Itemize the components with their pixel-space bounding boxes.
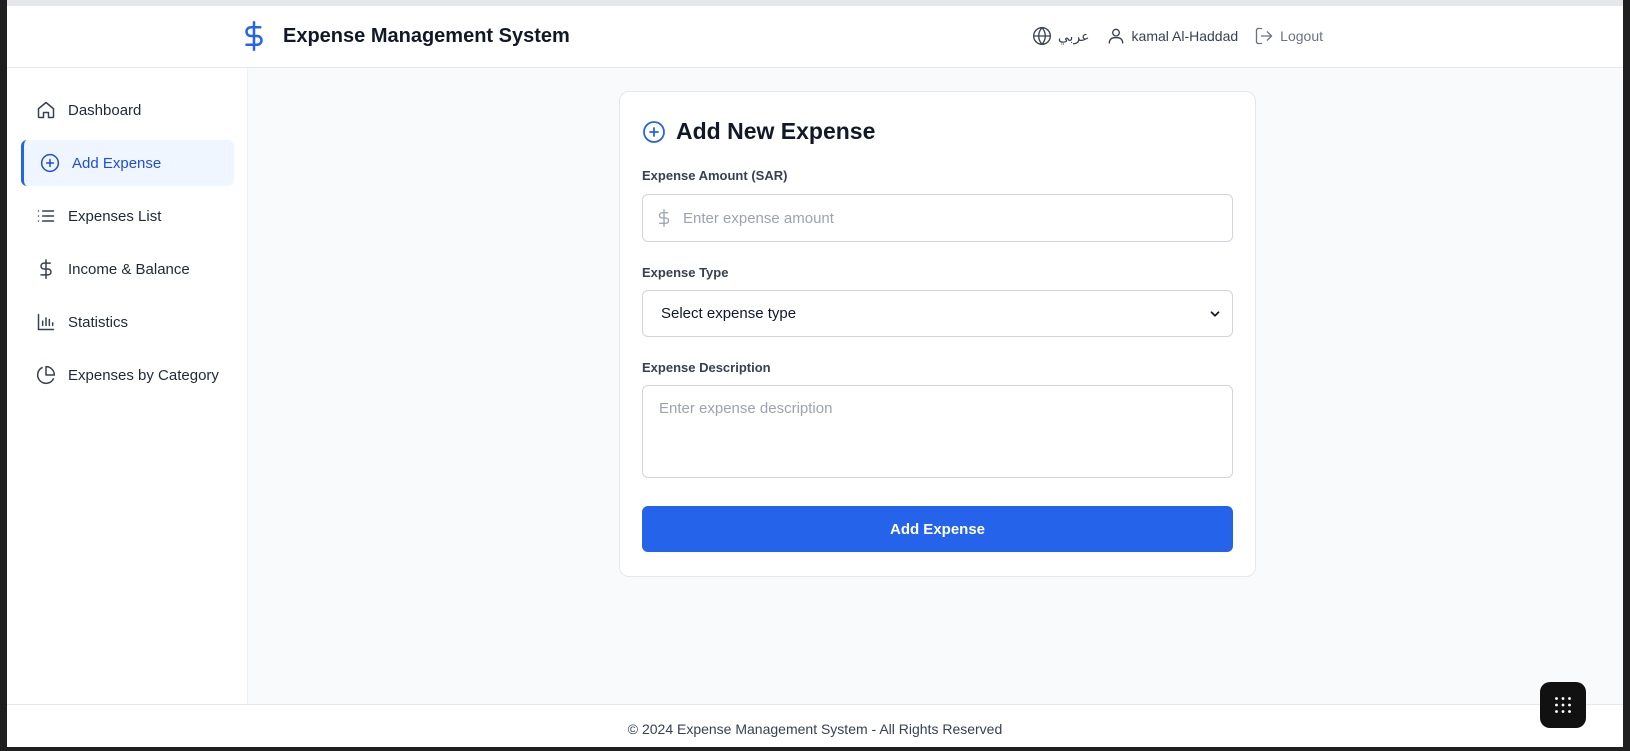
logout-label: Logout bbox=[1280, 28, 1323, 44]
description-label: Expense Description bbox=[642, 360, 771, 375]
language-toggle[interactable]: عربي bbox=[1032, 26, 1090, 46]
user-name: kamal Al-Haddad bbox=[1131, 28, 1239, 44]
add-expense-button[interactable]: Add Expense bbox=[642, 506, 1233, 552]
sidebar-item-label: Statistics bbox=[68, 313, 129, 331]
user-icon bbox=[1108, 28, 1123, 44]
home-icon bbox=[37, 101, 55, 119]
header-actions: عربي kamal Al-Haddad Logout bbox=[1032, 26, 1323, 46]
dollar-icon bbox=[245, 21, 263, 51]
bar-chart-icon bbox=[37, 313, 55, 331]
amount-label: Expense Amount (SAR) bbox=[642, 168, 788, 183]
footer-text: © 2024 Expense Management System - All R… bbox=[627, 721, 1003, 737]
assistant-launcher-button[interactable] bbox=[1540, 682, 1586, 728]
sidebar-item-label: Dashboard bbox=[68, 101, 142, 119]
dollar-icon bbox=[40, 259, 52, 279]
amount-input[interactable] bbox=[683, 209, 1232, 227]
dollar-icon bbox=[658, 209, 670, 227]
expense-type-selected: Select expense type bbox=[661, 305, 797, 322]
sidebar-item-dashboard[interactable]: Dashboard bbox=[21, 87, 234, 133]
plus-circle-icon bbox=[40, 153, 60, 173]
globe-icon bbox=[1032, 26, 1051, 46]
sidebar-item-label: Expenses List bbox=[68, 207, 162, 225]
description-textarea[interactable] bbox=[659, 400, 1216, 464]
sidebar: Dashboard Add Expense Expenses List Inco… bbox=[7, 68, 248, 704]
sidebar-item-statistics[interactable]: Statistics bbox=[21, 299, 234, 345]
language-label: عربي bbox=[1057, 27, 1090, 44]
footer: © 2024 Expense Management System - All R… bbox=[7, 704, 1623, 747]
app-title: Expense Management System bbox=[283, 24, 570, 47]
sidebar-item-income-balance[interactable]: Income & Balance bbox=[21, 246, 234, 292]
sidebar-item-expenses-by-category[interactable]: Expenses by Category bbox=[21, 352, 234, 398]
expense-type-select[interactable]: Select expense type bbox=[642, 290, 1233, 337]
pie-chart-icon bbox=[36, 365, 56, 385]
add-expense-card: Add New Expense Expense Amount (SAR) Exp… bbox=[619, 91, 1256, 577]
main-content: Add New Expense Expense Amount (SAR) Exp… bbox=[248, 68, 1623, 704]
card-header: Add New Expense bbox=[642, 118, 875, 145]
top-header: Expense Management System عربي kamal Al-… bbox=[7, 6, 1623, 68]
list-icon bbox=[37, 210, 55, 222]
logout-button[interactable]: Logout bbox=[1254, 26, 1323, 46]
logout-icon bbox=[1256, 27, 1273, 45]
sidebar-item-label: Add Expense bbox=[72, 154, 162, 172]
chevron-down-icon bbox=[1210, 310, 1220, 317]
page-title: Add New Expense bbox=[676, 118, 876, 144]
expense-type-label: Expense Type bbox=[642, 265, 729, 280]
sidebar-item-add-expense[interactable]: Add Expense bbox=[21, 140, 234, 186]
plus-circle-icon bbox=[643, 120, 665, 143]
sidebar-item-label: Income & Balance bbox=[68, 260, 190, 278]
sidebar-item-expenses-list[interactable]: Expenses List bbox=[21, 193, 234, 239]
amount-field bbox=[642, 194, 1233, 242]
app-window: Expense Management System عربي kamal Al-… bbox=[7, 0, 1623, 747]
brand: Expense Management System bbox=[239, 20, 570, 52]
user-profile[interactable]: kamal Al-Haddad bbox=[1106, 26, 1239, 46]
description-field bbox=[642, 385, 1233, 478]
sidebar-item-label: Expenses by Category bbox=[68, 366, 219, 384]
dots-grid-icon bbox=[1555, 697, 1571, 713]
